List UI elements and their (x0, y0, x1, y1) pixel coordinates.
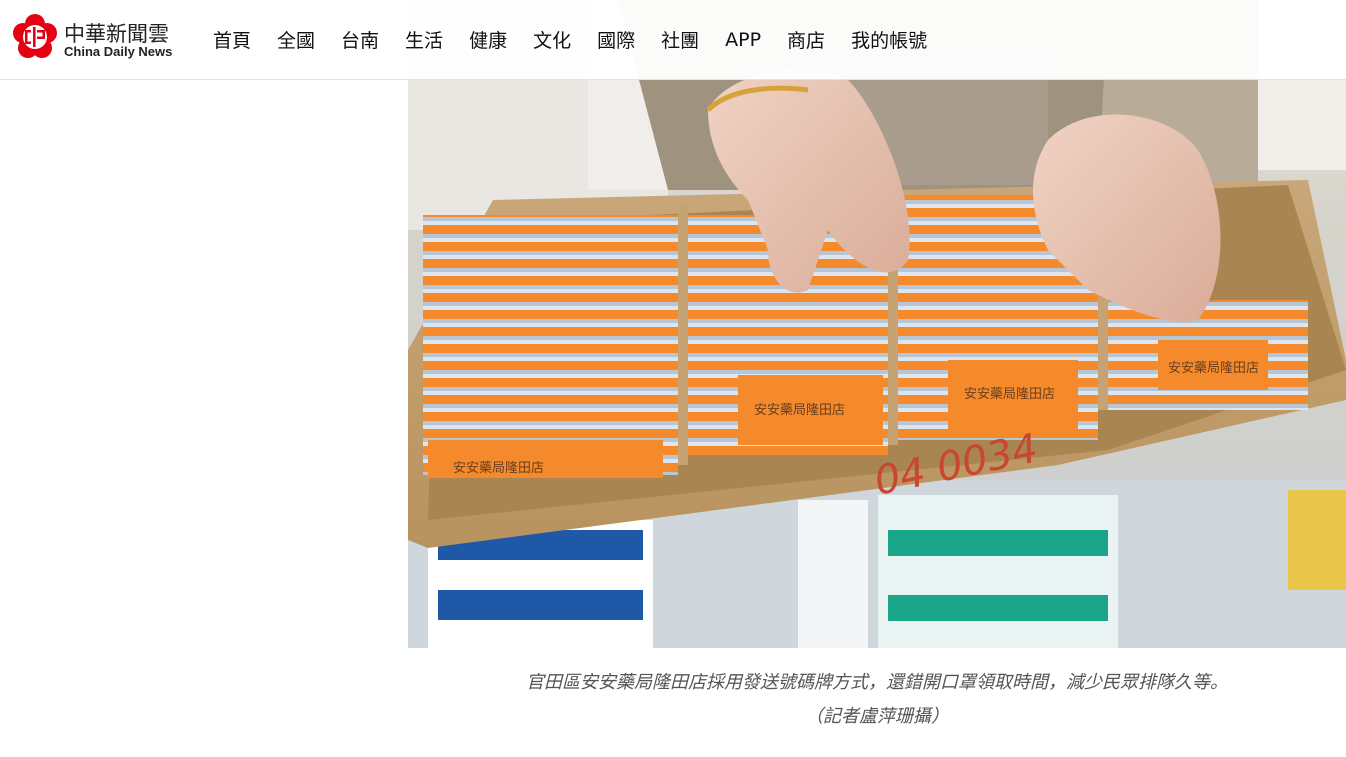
caption-credit: （記者盧萍珊攝） (805, 706, 949, 727)
nav-item-community[interactable]: 社團 (648, 26, 712, 53)
nav-item-health[interactable]: 健康 (456, 26, 520, 53)
nav-item-app[interactable]: APP (712, 29, 774, 51)
card-label-text: 安安藥局隆田店 (1168, 361, 1259, 376)
pharmacy-cards-photo: 安安藥局隆田店 安安藥局隆田店 安安藥局隆田店 安安藥局隆田店 04 0034 (408, 0, 1346, 648)
nav-item-life[interactable]: 生活 (392, 26, 456, 53)
nav-item-home[interactable]: 首頁 (200, 26, 264, 53)
nav-item-international[interactable]: 國際 (584, 26, 648, 53)
card-label-text: 安安藥局隆田店 (964, 387, 1055, 402)
card-label-text: 安安藥局隆田店 (453, 461, 544, 476)
caption-text: 官田區安安藥局隆田店採用發送號碼牌方式，還錯開口罩領取時間，減少民眾排隊久等。 (526, 672, 1228, 693)
article-photo: 安安藥局隆田店 安安藥局隆田店 安安藥局隆田店 安安藥局隆田店 04 0034 (408, 0, 1346, 648)
photo-caption: 官田區安安藥局隆田店採用發送號碼牌方式，還錯開口罩領取時間，減少民眾排隊久等。 … (408, 666, 1346, 734)
main-nav: 首頁 全國 台南 生活 健康 文化 國際 社團 APP 商店 我的帳號 (200, 0, 940, 79)
nav-item-culture[interactable]: 文化 (520, 26, 584, 53)
site-logo[interactable]: 中華新聞雲 China Daily News (12, 14, 187, 62)
site-header: 中華新聞雲 China Daily News 首頁 全國 台南 生活 健康 文化… (0, 0, 1346, 80)
nav-item-shop[interactable]: 商店 (774, 26, 838, 53)
nav-item-national[interactable]: 全國 (264, 26, 328, 53)
brand-name-en: China Daily News (64, 44, 173, 59)
plum-blossom-logo-icon (13, 14, 57, 58)
card-label-text: 安安藥局隆田店 (754, 403, 845, 418)
nav-item-my-account[interactable]: 我的帳號 (838, 26, 940, 53)
nav-item-tainan[interactable]: 台南 (328, 26, 392, 53)
